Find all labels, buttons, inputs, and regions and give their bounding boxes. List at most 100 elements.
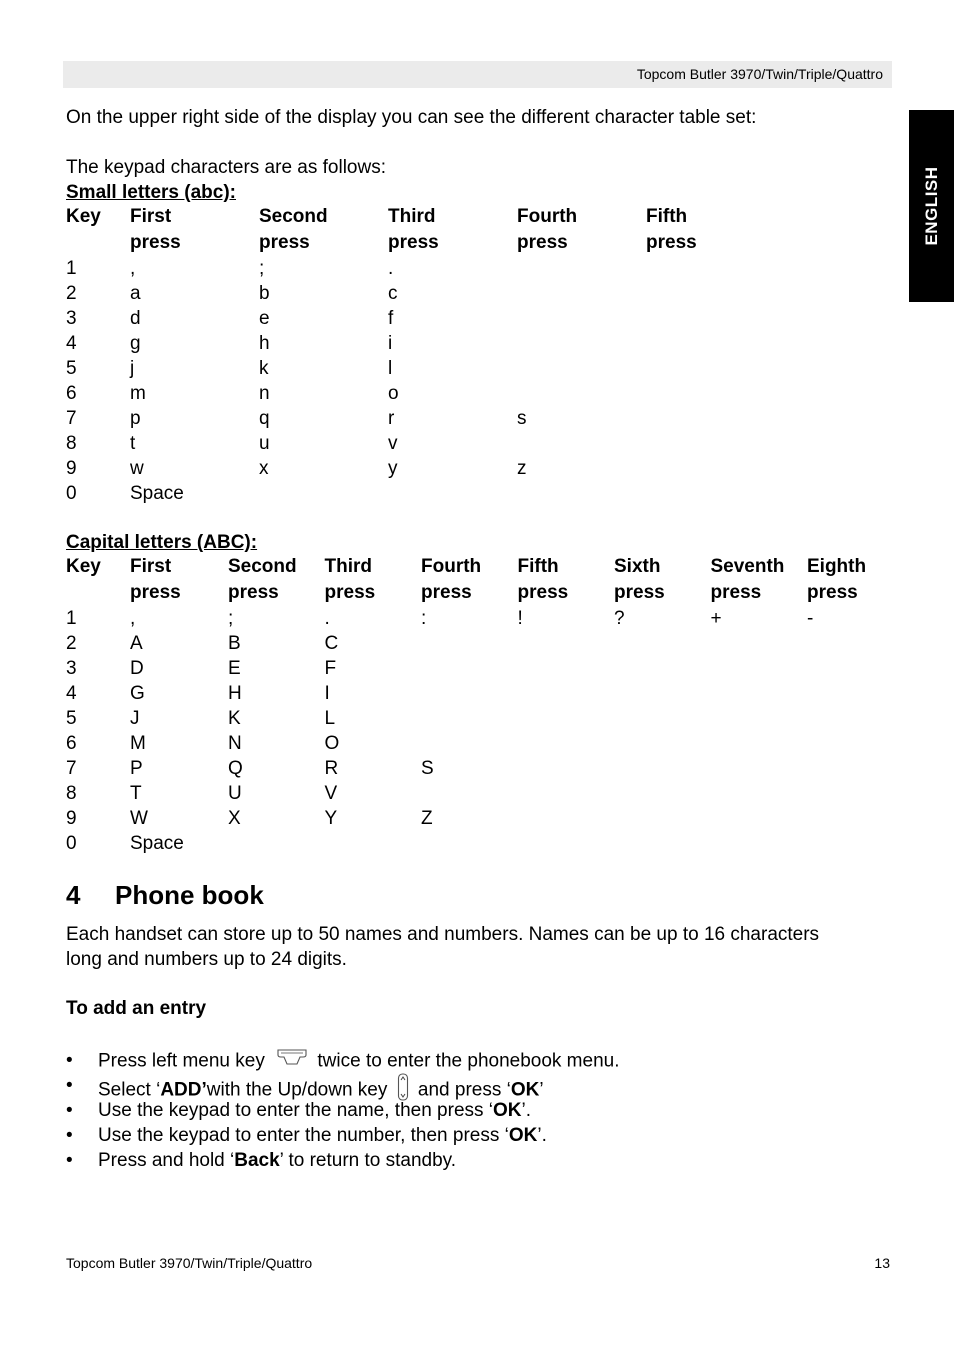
char-cell bbox=[646, 406, 775, 431]
char-cell bbox=[807, 731, 904, 756]
char-cell: Z bbox=[421, 808, 433, 829]
language-tab: ENGLISH bbox=[909, 110, 954, 302]
small-letters-title: Small letters (abc): bbox=[66, 182, 236, 203]
key-cell: 4 bbox=[66, 683, 77, 704]
char-cell bbox=[614, 656, 711, 681]
page-header: Topcom Butler 3970/Twin/Triple/Quattro bbox=[63, 61, 892, 88]
column-header-line-1: Fourth bbox=[421, 556, 482, 577]
char-cell: m bbox=[130, 383, 146, 404]
key-cell: 1 bbox=[66, 258, 77, 279]
key-cell: 3 bbox=[66, 308, 77, 329]
char-cell: + bbox=[710, 608, 722, 629]
char-cell: O bbox=[324, 733, 340, 754]
char-cell: h bbox=[259, 333, 270, 354]
column-header: Sixth press bbox=[614, 554, 711, 606]
step-text: ’ to return to standby. bbox=[279, 1150, 457, 1171]
list-item: • Select ‘ADD’with the Up/down key and p… bbox=[66, 1073, 620, 1101]
step-text: ’. bbox=[521, 1100, 532, 1121]
char-cell bbox=[517, 356, 646, 381]
char-cell: n bbox=[259, 383, 270, 404]
table-row: 9 W X Y Z bbox=[66, 806, 904, 831]
char-cell bbox=[517, 281, 646, 306]
table-row: 4 g h i bbox=[66, 331, 775, 356]
char-cell bbox=[646, 431, 775, 456]
char-cell: C bbox=[324, 633, 339, 654]
char-cell: Space bbox=[130, 483, 184, 504]
column-header-line-1: Fifth bbox=[517, 556, 559, 577]
table-row: 5 J K L bbox=[66, 706, 904, 731]
column-header-line-1: Eighth bbox=[807, 556, 867, 577]
char-cell: i bbox=[388, 333, 393, 354]
table-row: 7 P Q R S bbox=[66, 756, 904, 781]
char-cell bbox=[614, 631, 711, 656]
key-cell: 8 bbox=[66, 433, 77, 454]
table-row: 8 t u v bbox=[66, 431, 775, 456]
char-cell: Q bbox=[228, 758, 243, 779]
small-letters-table: Key First press Second press Third press Fourth… bbox=[66, 204, 775, 506]
intro-paragraph: On the upper right side of the display y… bbox=[66, 107, 757, 128]
char-cell bbox=[614, 706, 711, 731]
char-cell bbox=[807, 681, 904, 706]
header-title: Topcom Butler 3970/Twin/Triple/Quattro bbox=[636, 66, 883, 82]
column-header: Fourth press bbox=[421, 554, 518, 606]
char-cell bbox=[517, 331, 646, 356]
char-cell bbox=[517, 306, 646, 331]
column-header: Key bbox=[66, 554, 130, 606]
char-cell bbox=[517, 481, 646, 506]
step-bold-text: OK bbox=[508, 1125, 538, 1146]
char-cell bbox=[614, 731, 711, 756]
bullet: • bbox=[66, 1075, 73, 1096]
subheading-add-entry: To add an entry bbox=[66, 998, 207, 1019]
char-cell: x bbox=[259, 458, 269, 479]
char-cell: b bbox=[259, 283, 270, 304]
char-cell: k bbox=[259, 358, 269, 379]
char-cell bbox=[614, 831, 711, 856]
char-cell bbox=[807, 706, 904, 731]
keypad-intro: The keypad characters are as follows: bbox=[66, 157, 386, 178]
column-header-line-2: press bbox=[130, 232, 181, 253]
step-bold-text: OK bbox=[493, 1100, 522, 1121]
step-text: Press left menu key bbox=[98, 1050, 271, 1072]
table-row: 5 j k l bbox=[66, 356, 775, 381]
column-header-line-1: Second bbox=[259, 206, 328, 227]
column-header: Fourth press bbox=[517, 204, 646, 256]
char-cell bbox=[646, 306, 775, 331]
char-cell bbox=[614, 756, 711, 781]
char-cell: ; bbox=[259, 258, 265, 279]
section-heading: 4 Phone book bbox=[66, 880, 264, 911]
char-cell bbox=[518, 681, 615, 706]
char-cell: - bbox=[807, 608, 814, 629]
char-cell: I bbox=[324, 683, 330, 704]
char-cell bbox=[807, 656, 904, 681]
column-header: Fifth press bbox=[518, 554, 615, 606]
char-cell: M bbox=[130, 733, 146, 754]
column-header-line-2: press bbox=[517, 232, 568, 253]
char-cell bbox=[646, 456, 775, 481]
char-cell: H bbox=[228, 683, 242, 704]
char-cell: . bbox=[388, 258, 394, 279]
capital-letters-table: Key First press Second press Third press Fourth… bbox=[66, 554, 904, 856]
key-cell: 0 bbox=[66, 833, 77, 854]
column-header-line-2: press bbox=[324, 582, 376, 603]
section-title: Phone book bbox=[115, 880, 264, 910]
column-header-line-2: press bbox=[228, 582, 279, 603]
char-cell bbox=[518, 706, 615, 731]
column-header-line-2: press bbox=[421, 582, 472, 603]
column-header: Second press bbox=[259, 204, 388, 256]
char-cell bbox=[807, 806, 904, 831]
list-item: • Press and hold ‘Back’ to return to sta… bbox=[66, 1148, 620, 1173]
char-cell bbox=[421, 831, 518, 856]
char-cell: ? bbox=[614, 608, 625, 629]
list-item: • Use the keypad to enter the number, th… bbox=[66, 1123, 620, 1148]
column-header-line-1: Third bbox=[388, 206, 436, 227]
column-header-line-2: press bbox=[646, 232, 697, 253]
char-cell bbox=[517, 431, 646, 456]
char-cell bbox=[518, 806, 615, 831]
char-cell bbox=[518, 831, 615, 856]
column-header: Third press bbox=[325, 554, 422, 606]
char-cell: D bbox=[130, 658, 144, 679]
char-cell: t bbox=[130, 433, 136, 454]
key-cell: 6 bbox=[66, 733, 77, 754]
key-cell: 8 bbox=[66, 783, 77, 804]
menu-key-icon bbox=[276, 1048, 308, 1075]
